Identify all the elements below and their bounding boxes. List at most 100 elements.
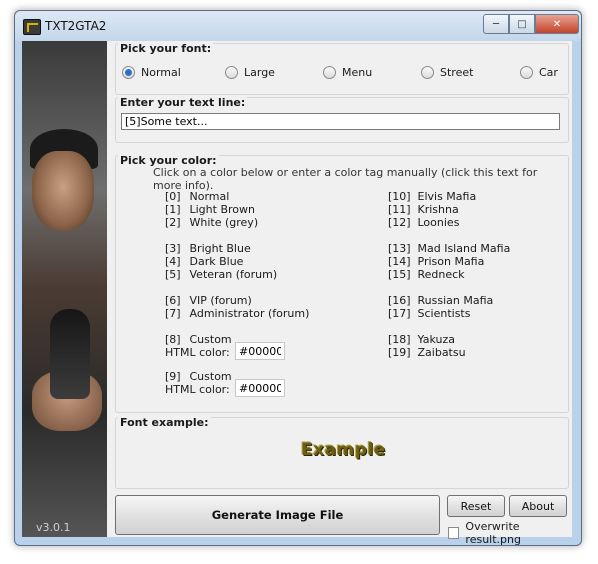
minimize-icon: ─ (492, 18, 500, 30)
color-item-4[interactable]: [4] Dark Blue (165, 255, 243, 268)
text-group-title: Enter your text line: (118, 96, 248, 109)
close-button[interactable]: ✕ (535, 14, 579, 34)
font-group-title: Pick your font: (118, 42, 214, 55)
color-tag: [2] (165, 216, 181, 229)
color-label: Administrator (forum) (189, 307, 310, 320)
maximize-button[interactable]: □ (509, 14, 535, 34)
font-radio-menu[interactable]: Menu (323, 66, 372, 79)
color-item-10[interactable]: [10] Elvis Mafia (388, 190, 476, 203)
overwrite-label: Overwrite result.png (465, 520, 521, 546)
title-bar[interactable]: TXT2GTA2 ─ □ ✕ (15, 11, 581, 41)
sidebar-gun-shape (50, 309, 90, 399)
version-label: v3.0.1 (36, 521, 71, 534)
text-line-input[interactable] (121, 113, 560, 130)
app-window: TXT2GTA2 ─ □ ✕ v3.0.1 Pick your font: No… (14, 10, 582, 546)
color-item-17[interactable]: [17] Scientists (388, 307, 470, 320)
maximize-icon: □ (517, 18, 527, 30)
color-label: Russian Mafia (417, 294, 494, 307)
font-radio-label: Large (244, 66, 275, 79)
color-item-18[interactable]: [18] Yakuza (388, 333, 455, 346)
example-group: Font example: Example (115, 416, 569, 489)
color-group: Pick your color: Click on a color below … (115, 154, 569, 413)
radio-unchecked-icon (323, 66, 336, 79)
color-tag: [3] (165, 242, 181, 255)
window-title: TXT2GTA2 (45, 19, 107, 33)
checkbox-unchecked-icon (448, 527, 460, 539)
color-tag: [7] (165, 307, 181, 320)
radio-unchecked-icon (520, 66, 533, 79)
font-radio-label: Menu (342, 66, 373, 79)
color-tag: [5] (165, 268, 181, 281)
color-item-12[interactable]: [12] Loonies (388, 216, 459, 229)
client-area: v3.0.1 Pick your font: Normal Large Menu… (22, 41, 572, 546)
text-group: Enter your text line: (115, 96, 569, 143)
color-tag: [15] (388, 268, 411, 281)
color-label: Elvis Mafia (417, 190, 477, 203)
color-tag: [8] (165, 333, 181, 346)
about-button[interactable]: About (509, 495, 567, 517)
font-radio-large[interactable]: Large (225, 66, 275, 79)
reset-button[interactable]: Reset (447, 495, 505, 517)
color-item-13[interactable]: [13] Mad Island Mafia (388, 242, 510, 255)
custom-color-label-9: HTML color: (165, 383, 230, 396)
color-label: Mad Island Mafia (417, 242, 511, 255)
font-group: Pick your font: Normal Large Menu Street… (115, 42, 569, 95)
color-item-5[interactable]: [5] Veteran (forum) (165, 268, 277, 281)
font-radio-label: Car (539, 66, 558, 79)
color-help-link[interactable]: Click on a color below or enter a color … (153, 166, 568, 192)
sidebar-face-shape (32, 151, 94, 231)
font-radio-normal[interactable]: Normal (122, 66, 181, 79)
color-item-8[interactable]: [8] Custom (165, 333, 232, 346)
font-radio-street[interactable]: Street (421, 66, 473, 79)
color-tag: [6] (165, 294, 181, 307)
overwrite-checkbox[interactable]: Overwrite result.png (448, 520, 572, 546)
color-item-15[interactable]: [15] Redneck (388, 268, 465, 281)
color-tag: [16] (388, 294, 411, 307)
color-item-9[interactable]: [9] Custom (165, 370, 232, 383)
color-item-19[interactable]: [19] Zaibatsu (388, 346, 466, 359)
color-label: White (grey) (189, 216, 259, 229)
color-item-11[interactable]: [11] Krishna (388, 203, 459, 216)
minimize-button[interactable]: ─ (483, 14, 509, 34)
color-item-16[interactable]: [16] Russian Mafia (388, 294, 493, 307)
gta2-logo-icon (23, 19, 41, 35)
color-tag: [11] (388, 203, 411, 216)
font-radio-car[interactable]: Car (520, 66, 558, 79)
color-tag: [13] (388, 242, 411, 255)
color-tag: [4] (165, 255, 181, 268)
color-tag: [0] (165, 190, 181, 203)
color-label: Custom (189, 370, 232, 383)
color-label: Veteran (forum) (189, 268, 278, 281)
color-tag: [18] (388, 333, 411, 346)
window-controls: ─ □ ✕ (483, 14, 579, 34)
sidebar-image: v3.0.1 (22, 41, 107, 537)
color-tag: [14] (388, 255, 411, 268)
color-item-2[interactable]: [2] White (grey) (165, 216, 258, 229)
radio-unchecked-icon (421, 66, 434, 79)
radio-checked-icon (122, 66, 135, 79)
color-label: Scientists (417, 307, 471, 320)
color-item-1[interactable]: [1] Light Brown (165, 203, 255, 216)
color-item-14[interactable]: [14] Prison Mafia (388, 255, 484, 268)
color-item-7[interactable]: [7] Administrator (forum) (165, 307, 309, 320)
color-tag: [10] (388, 190, 411, 203)
color-item-3[interactable]: [3] Bright Blue (165, 242, 251, 255)
radio-unchecked-icon (225, 66, 238, 79)
color-label: Yakuza (417, 333, 455, 346)
color-label: Loonies (417, 216, 460, 229)
custom-color-input-8[interactable] (235, 342, 285, 360)
color-label: Normal (189, 190, 230, 203)
color-label: VIP (forum) (189, 294, 252, 307)
color-item-0[interactable]: [0] Normal (165, 190, 229, 203)
color-label: Prison Mafia (417, 255, 485, 268)
color-label: Light Brown (189, 203, 255, 216)
color-tag: [17] (388, 307, 411, 320)
font-radio-label: Normal (141, 66, 181, 79)
color-tag: [12] (388, 216, 411, 229)
generate-image-button[interactable]: Generate Image File (115, 495, 440, 535)
font-radio-label: Street (440, 66, 474, 79)
custom-color-input-9[interactable] (235, 379, 285, 397)
color-tag: [9] (165, 370, 181, 383)
color-item-6[interactable]: [6] VIP (forum) (165, 294, 252, 307)
color-label: Redneck (417, 268, 465, 281)
